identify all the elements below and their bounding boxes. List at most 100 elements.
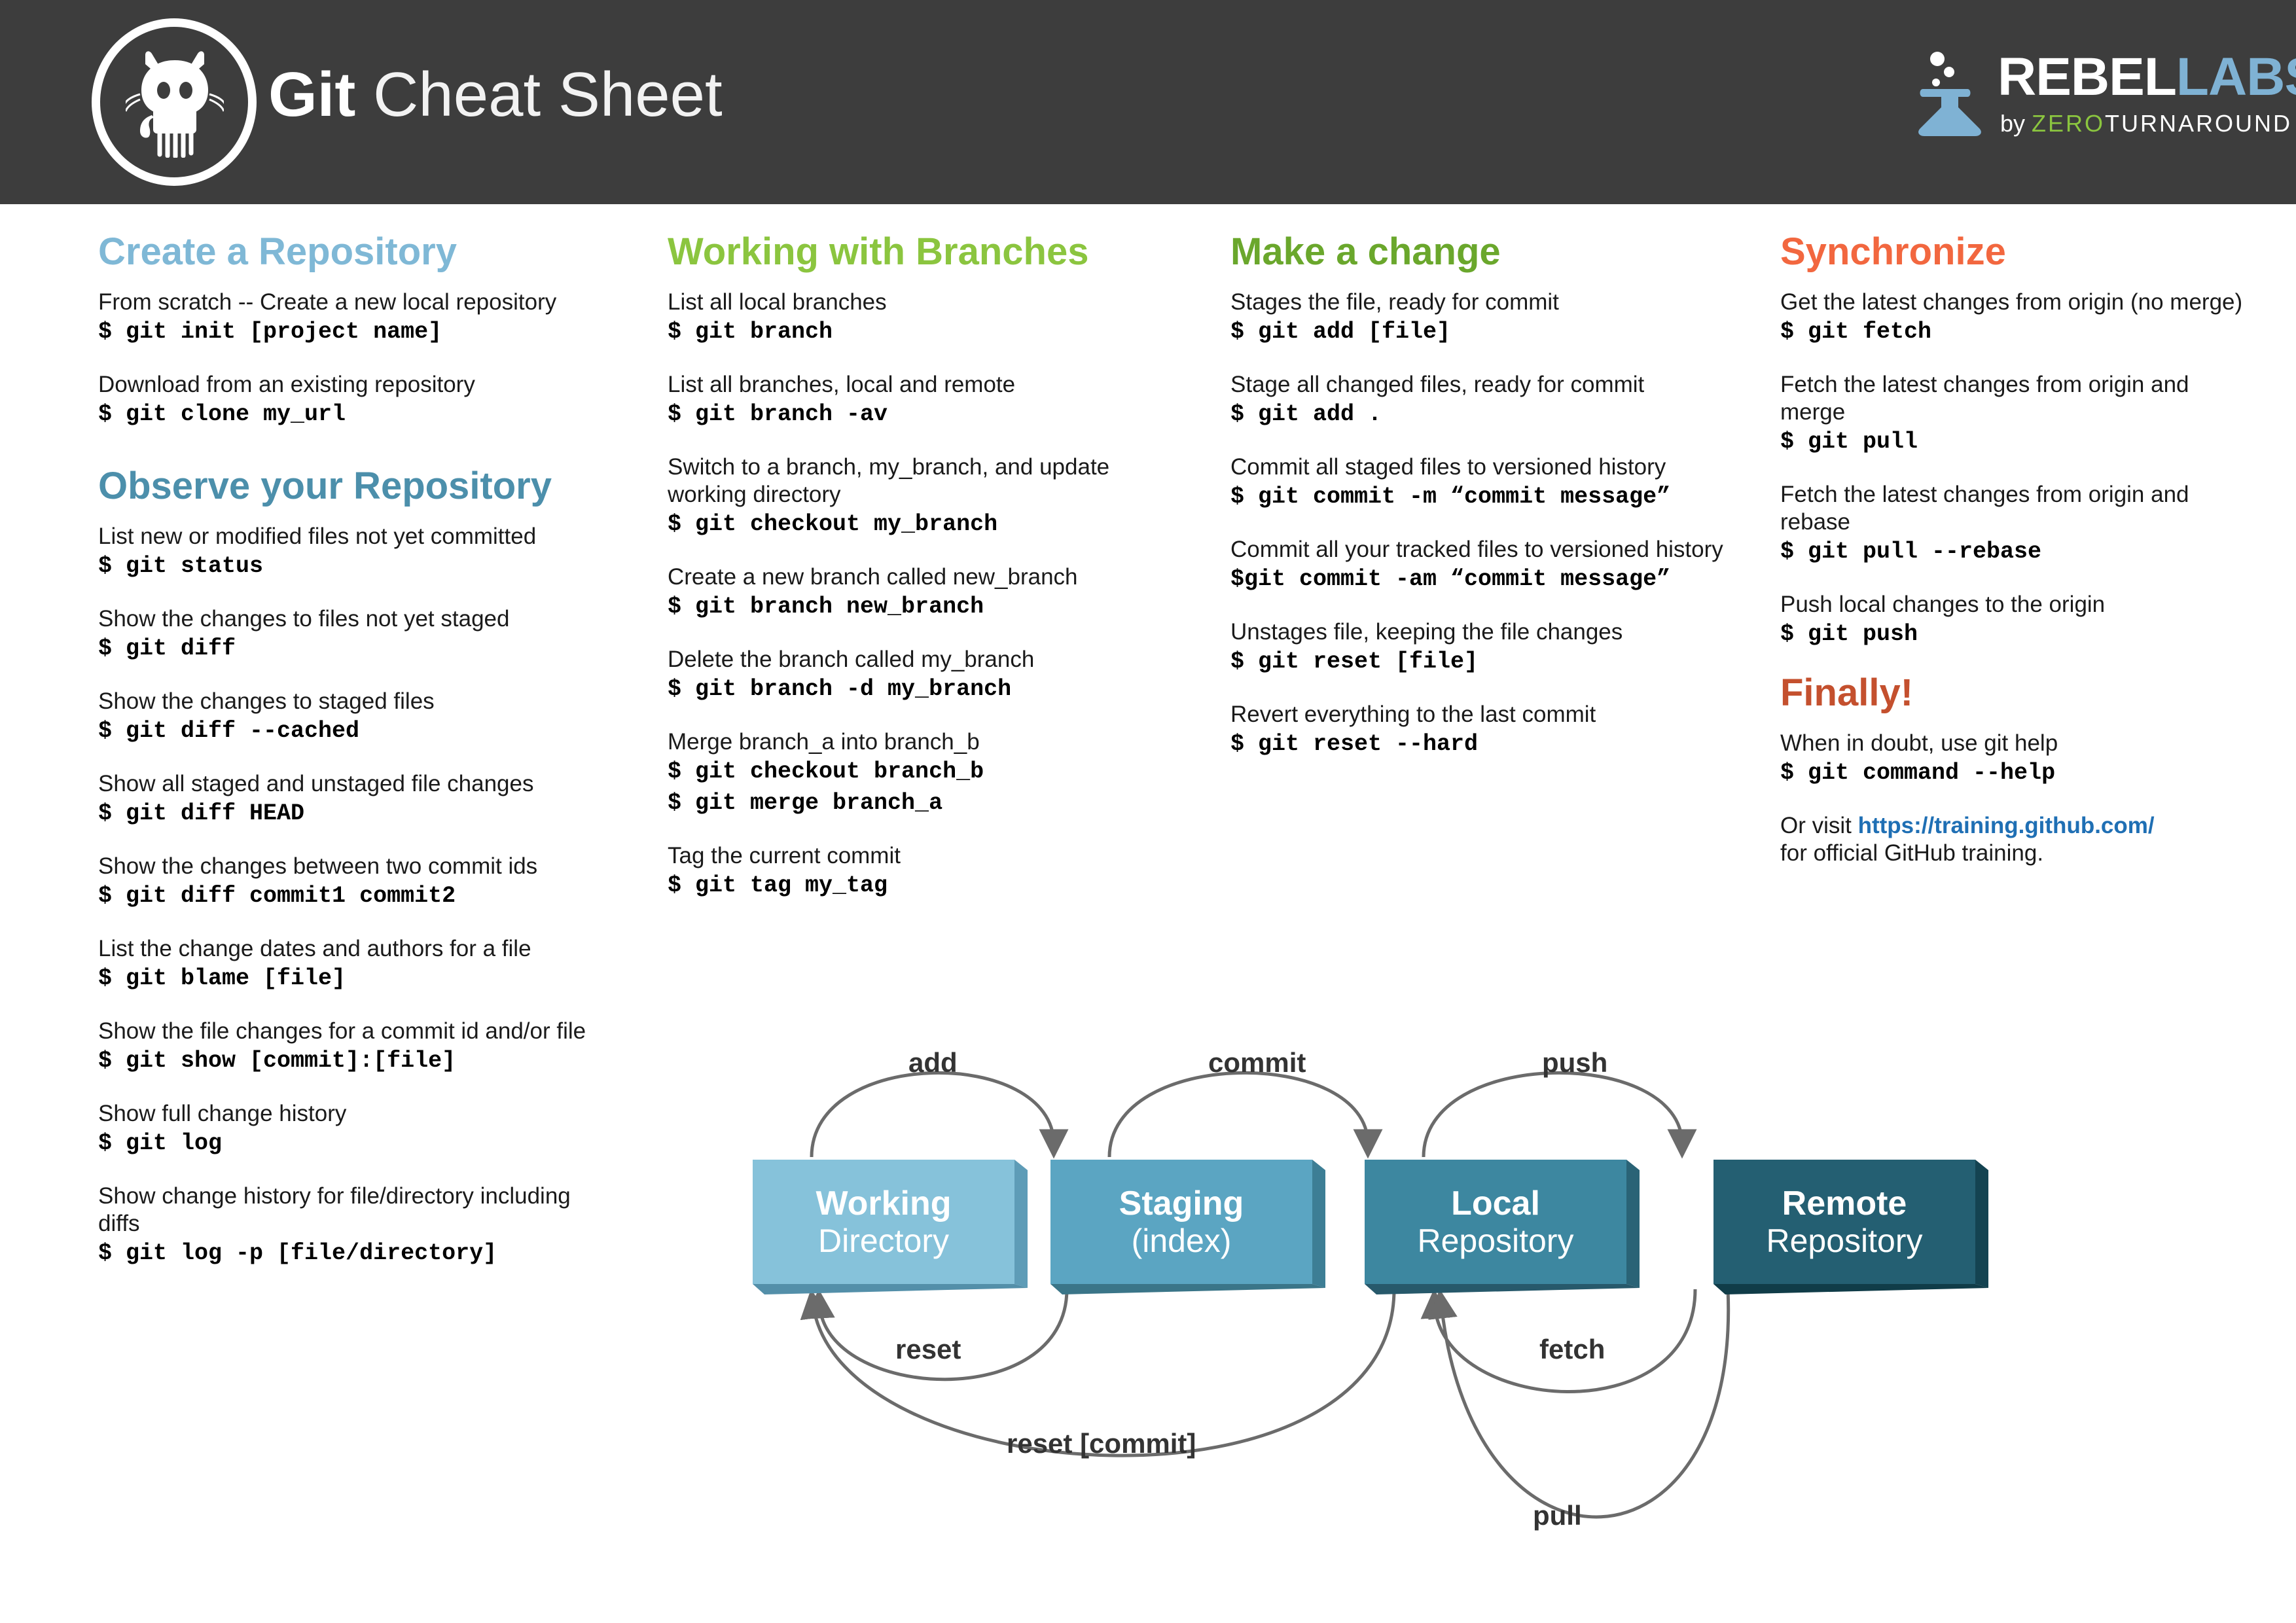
command-description: Unstages file, keeping the file changes: [1230, 619, 1623, 645]
command-text: $ git commit -m “commit message”: [1230, 484, 1671, 510]
node-title: Remote: [1782, 1185, 1907, 1222]
training-prefix: Or visit: [1780, 813, 1858, 838]
command-description: Merge branch_a into branch_b: [668, 729, 980, 755]
node-label-wrap: Working Directory: [753, 1160, 1014, 1284]
node-title: Local: [1451, 1185, 1540, 1222]
arrow-label-reset: reset: [895, 1334, 961, 1364]
command-block: Stage all changed files, ready for commi…: [1230, 371, 1754, 430]
section-heading-working-with-branches: Working with Branches: [668, 230, 1089, 273]
arrow-label-reset-commit: reset [commit]: [1007, 1428, 1196, 1459]
page-title-bold: Git: [268, 60, 356, 130]
rebellabs-logo: REBELLABS by ZEROTURNAROUND: [1911, 38, 2296, 149]
node-working-directory: Working Directory: [753, 1160, 1028, 1294]
command-description: Delete the branch called my_branch: [668, 647, 1035, 672]
arrow-label-add: add: [908, 1047, 958, 1078]
rebellabs-wordmark: REBELLABS: [1998, 50, 2296, 105]
command-text: $ git branch: [668, 319, 833, 345]
command-block: Delete the branch called my_branch $ git…: [668, 646, 1191, 705]
command-text: $ git fetch: [1780, 319, 1932, 345]
github-training-link[interactable]: https://training.github.com/: [1858, 813, 2155, 838]
command-block: Fetch the latest changes from origin and…: [1780, 371, 2251, 457]
command-block: Tag the current commit $ git tag my_tag: [668, 842, 1191, 901]
command-block: Push local changes to the origin $ git p…: [1780, 591, 2251, 650]
column-create-repository: Create a Repository From scratch -- Crea…: [98, 232, 615, 1293]
command-block: Create a new branch called new_branch $ …: [668, 563, 1191, 622]
column-synchronize: Synchronize Get the latest changes from …: [1780, 232, 2251, 891]
command-description: List the change dates and authors for a …: [98, 936, 531, 961]
command-block: Get the latest changes from origin (no m…: [1780, 289, 2251, 348]
command-block: List the change dates and authors for a …: [98, 935, 615, 994]
git-workflow-diagram: Working Directory Staging (index) Local …: [740, 1008, 2232, 1616]
command-text: $ git add [file]: [1230, 319, 1451, 345]
brand-labs: LABS: [2176, 47, 2296, 107]
node-remote-repository: Remote Repository: [1713, 1160, 1988, 1294]
command-text: $ git show [commit]:[file]: [98, 1048, 456, 1074]
command-block: Commit all staged files to versioned his…: [1230, 454, 1754, 512]
command-description: Fetch the latest changes from origin and…: [1780, 372, 2189, 425]
command-text: $ git log -p [file/directory]: [98, 1240, 497, 1266]
command-block: Show change history for file/directory i…: [98, 1183, 615, 1269]
node-subtitle: Directory: [817, 1222, 950, 1259]
command-text: $ git pull --rebase: [1780, 539, 2042, 565]
command-block: Show the file changes for a commit id an…: [98, 1018, 615, 1077]
flask-icon: [1918, 52, 1981, 136]
command-text: $ git diff commit1 commit2: [98, 883, 456, 909]
node-staging-index: Staging (index): [1050, 1160, 1325, 1294]
command-description: Download from an existing repository: [98, 372, 475, 397]
node-subtitle: Repository: [1417, 1222, 1574, 1259]
arrow-label-push: push: [1542, 1047, 1608, 1078]
training-line: Or visit https://training.github.com/: [1780, 812, 2251, 840]
command-description: Stage all changed files, ready for commi…: [1230, 372, 1645, 397]
command-text: $ git push: [1780, 621, 1918, 647]
command-text: $ git reset [file]: [1230, 649, 1479, 675]
arrow-label-commit: commit: [1208, 1047, 1306, 1078]
command-description: List all local branches: [668, 289, 887, 315]
command-description: Push local changes to the origin: [1780, 592, 2106, 617]
command-block: List all branches, local and remote $ gi…: [668, 371, 1191, 430]
column-working-with-branches: Working with Branches List all local bra…: [668, 232, 1191, 925]
command-block: Revert everything to the last commit $ g…: [1230, 701, 1754, 760]
command-block: Switch to a branch, my_branch, and updat…: [668, 454, 1191, 540]
command-block: Show all staged and unstaged file change…: [98, 770, 615, 829]
command-description: Switch to a branch, my_branch, and updat…: [668, 454, 1110, 507]
command-description: Stages the file, ready for commit: [1230, 289, 1559, 315]
command-description: Show change history for file/directory i…: [98, 1183, 571, 1236]
node-title: Working: [816, 1185, 952, 1222]
command-block: Show the changes to staged files $ git d…: [98, 688, 615, 747]
command-text: $ git branch new_branch: [668, 594, 984, 620]
command-block: Unstages file, keeping the file changes …: [1230, 618, 1754, 677]
node-local-repository: Local Repository: [1365, 1160, 1640, 1294]
brand-rebel: REBEL: [1998, 47, 2177, 107]
command-description: Show the changes between two commit ids: [98, 853, 538, 879]
command-description: Show all staged and unstaged file change…: [98, 771, 534, 796]
command-text: $ git checkout my_branch: [668, 511, 998, 537]
brand-turnaround: TURNAROUND: [2105, 110, 2293, 137]
node-label-wrap: Remote Repository: [1713, 1160, 1975, 1284]
section-heading-observe-repository: Observe your Repository: [98, 465, 552, 507]
section-heading-create-repository: Create a Repository: [98, 230, 457, 273]
command-description: Create a new branch called new_branch: [668, 564, 1078, 590]
command-description: List all branches, local and remote: [668, 372, 1016, 397]
command-text: $ git clone my_url: [98, 401, 346, 427]
command-block: Fetch the latest changes from origin and…: [1780, 481, 2251, 567]
command-block: Show the changes to files not yet staged…: [98, 605, 615, 664]
command-text: $ git init [project name]: [98, 319, 442, 345]
command-text: $ git command --help: [1780, 760, 2056, 786]
command-description: From scratch -- Create a new local repos…: [98, 289, 557, 315]
command-block: Stages the file, ready for commit $ git …: [1230, 289, 1754, 348]
command-description: When in doubt, use git help: [1780, 730, 2058, 756]
node-label-wrap: Staging (index): [1050, 1160, 1312, 1284]
node-label-wrap: Local Repository: [1365, 1160, 1626, 1284]
workflow-arrows: [800, 1071, 1731, 1519]
command-description: Get the latest changes from origin (no m…: [1780, 289, 2243, 315]
command-description: Revert everything to the last commit: [1230, 702, 1596, 727]
command-description: Show the changes to files not yet staged: [98, 606, 510, 632]
command-text: $git commit -am “commit message”: [1230, 566, 1671, 592]
section-heading-synchronize: Synchronize: [1780, 230, 2006, 273]
command-text: $ git diff: [98, 635, 236, 662]
command-text: $ git add .: [1230, 401, 1382, 427]
command-block: Show full change history $ git log: [98, 1100, 615, 1159]
command-text: $ git branch -av: [668, 401, 888, 427]
command-block: List new or modified files not yet commi…: [98, 523, 615, 582]
node-subtitle: Repository: [1766, 1222, 1923, 1259]
